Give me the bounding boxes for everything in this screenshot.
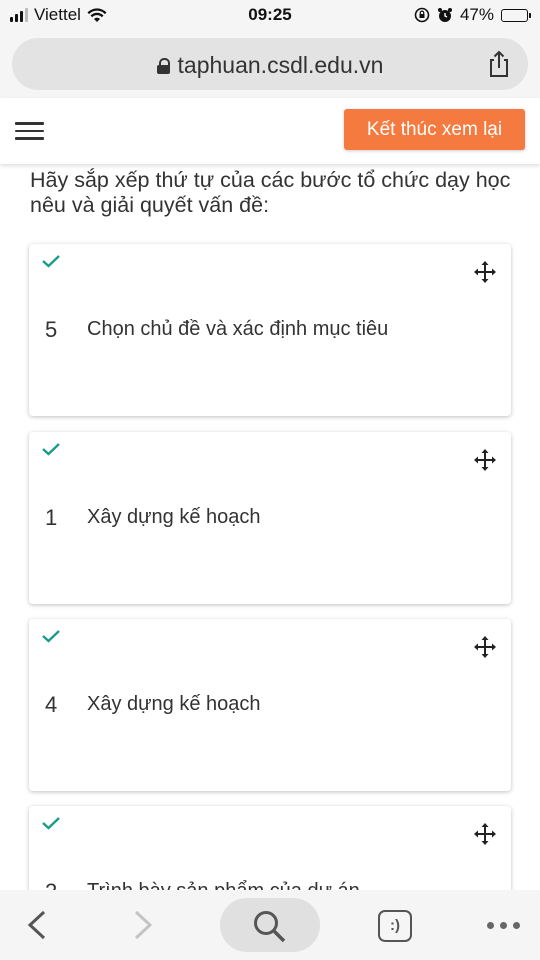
item-label: Xây dựng kế hoạch — [87, 693, 261, 715]
url-text: taphuan.csdl.edu.vn — [177, 52, 384, 78]
back-icon[interactable] — [24, 909, 50, 941]
question-text: Hãy sắp xếp thứ tự của các bước tổ chức … — [30, 168, 511, 217]
order-item-card[interactable]: 5 Chọn chủ đề và xác định mục tiêu — [29, 244, 511, 416]
search-icon[interactable] — [251, 908, 287, 944]
move-icon[interactable] — [473, 822, 497, 846]
forward-icon[interactable] — [130, 909, 156, 941]
check-icon — [42, 817, 60, 830]
check-icon — [42, 255, 60, 268]
order-item-card[interactable]: 1 Xây dựng kế hoạch — [29, 432, 511, 604]
move-icon[interactable] — [473, 635, 497, 659]
tabs-button[interactable]: :) — [378, 910, 412, 942]
status-right: 47% — [414, 5, 531, 25]
check-icon — [42, 630, 60, 643]
item-number: 2 — [45, 879, 57, 890]
move-icon[interactable] — [473, 448, 497, 472]
move-icon[interactable] — [473, 260, 497, 284]
item-number: 5 — [45, 317, 58, 342]
item-number: 4 — [45, 692, 58, 717]
item-label: Trình bày sản phẩm của dự án — [87, 880, 360, 890]
browser-toolbar: :) — [0, 890, 540, 960]
more-options-icon[interactable] — [487, 922, 520, 929]
app-header: Kết thúc xem lại — [0, 98, 540, 164]
alarm-icon — [437, 8, 452, 22]
item-label: Xây dựng kế hoạch — [87, 506, 261, 528]
rotation-lock-icon — [414, 7, 430, 23]
battery-icon — [501, 8, 531, 22]
item-label: Chọn chủ đề và xác định mục tiêu — [87, 318, 389, 340]
browser-url-area: taphuan.csdl.edu.vn — [0, 32, 540, 98]
lock-icon — [156, 58, 170, 74]
address-bar[interactable]: taphuan.csdl.edu.vn — [12, 38, 528, 90]
battery-percent: 47% — [459, 5, 494, 24]
check-icon — [42, 443, 60, 456]
share-icon[interactable] — [486, 50, 512, 78]
url-display[interactable]: taphuan.csdl.edu.vn — [12, 52, 528, 79]
finish-review-button[interactable]: Kết thúc xem lại — [344, 109, 525, 150]
menu-icon[interactable] — [15, 122, 44, 140]
status-bar: Viettel 09:25 47% — [0, 0, 540, 32]
quiz-content[interactable]: Hãy sắp xếp thứ tự của các bước tổ chức … — [0, 164, 540, 890]
item-number: 1 — [45, 505, 58, 530]
order-item-card[interactable]: 4 Xây dựng kế hoạch — [29, 619, 511, 791]
order-item-card[interactable]: 2 Trình bày sản phẩm của dự án — [29, 806, 511, 890]
